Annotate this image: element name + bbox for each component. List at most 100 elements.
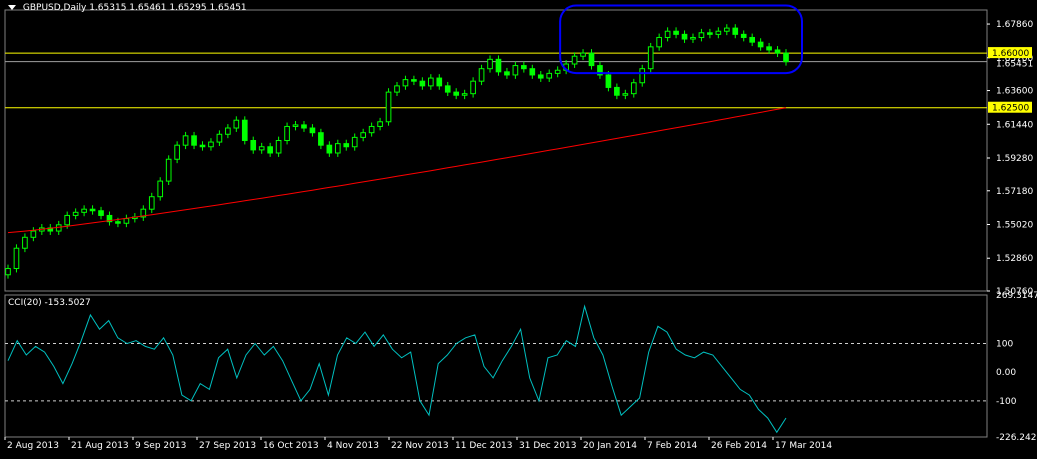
highlight-box [559,4,803,75]
candle-body [267,146,273,154]
price-axis-label: 1.57180 [996,187,1033,197]
cci-line [7,304,787,434]
candle-body [723,27,730,32]
candle-body [81,208,87,213]
candle-body [98,210,104,216]
candle-body [537,74,544,79]
candle-body [225,127,231,135]
candle-body [89,208,96,212]
candle-body [614,86,620,96]
candle-body [123,218,130,224]
candle-body [749,36,755,43]
candle-body [5,268,11,276]
candle-body [487,58,493,70]
candle-body [351,136,358,148]
candle-body [233,119,240,129]
time-axis-label: 21 Aug 2013 [71,441,129,451]
candle-body [622,93,629,96]
chart-window: 1.67860 1.65700 1.63600 1.61440 1.59280 1.571… [0,0,1037,455]
price-axis-label: 1.59280 [996,154,1033,164]
candle-body [428,77,434,87]
cci-axis-label: 0.00 [996,368,1016,378]
candle-body [504,71,510,76]
candle-body [512,65,519,76]
candle-body [757,41,764,48]
candle-body [182,135,189,146]
candle-body [284,125,290,142]
time-axis-label: 27 Sep 2013 [199,441,256,451]
candle-body [673,30,679,35]
time-axis-label: 16 Oct 2013 [263,441,319,451]
chart-canvas: 1.678601.657001.636001.614401.592801.571… [4,4,1037,451]
candle-body [630,82,637,95]
time-axis-label: 17 Mar 2014 [775,441,832,451]
candle-body [588,52,595,67]
candle-body [148,196,155,210]
candle-body [309,127,316,134]
candle-body [732,27,739,35]
candle-body [580,52,586,57]
candle-body [690,36,696,40]
cci-axis-label: 269.3147 [996,291,1037,301]
candle-body [664,30,671,38]
candle-body [377,121,383,127]
moving-average-line [7,107,787,234]
candle-body [22,236,28,249]
chart-header: GBPUSD,Daily 1.65315 1.65461 1.65295 1.6… [8,3,247,13]
cci-axis-label: -226.2421 [996,433,1037,443]
candle-body [419,80,426,87]
time-axis-label: 22 Nov 2013 [391,441,449,451]
candle-body [250,140,257,151]
candle-body [174,144,180,160]
candle-body [707,32,713,35]
price-axis-label: 1.52860 [996,254,1033,264]
candle-body [639,68,646,84]
candle-body [292,124,299,127]
candle-body [13,247,20,270]
time-axis-label: 20 Jan 2014 [583,441,637,451]
candle-body [740,33,747,38]
candle-body [368,125,375,134]
time-axis-label: 9 Sep 2013 [135,441,186,451]
candle-body [30,230,37,238]
candle-body [656,36,662,48]
level-price-label: 1.62500 [992,104,1029,114]
cci-panel-frame [4,294,988,438]
price-axis-label: 1.55020 [996,220,1033,230]
current-price-label: 1.65451 [996,60,1033,70]
candle-body [698,32,705,38]
time-axis-label: 2 Aug 2013 [7,441,59,451]
cci-axis-label: 100 [996,340,1013,350]
cci-label: CCI(20) -153.5027 [8,298,91,308]
candle-body [72,211,79,216]
candle-body [334,143,341,154]
candle-body [55,224,62,232]
candle-body [258,146,265,151]
ohlc-values: 1.65315 1.65461 1.65295 1.65451 [89,3,247,13]
candle-body [444,85,451,93]
candle-body [199,144,206,148]
time-axis-label: 11 Dec 2013 [455,441,513,451]
candle-body [554,69,561,74]
candle-body [495,58,502,73]
time-axis-label: 31 Dec 2013 [519,441,577,451]
dropdown-triangle-icon[interactable] [8,5,16,10]
candle-body [360,132,366,138]
candle-body [774,49,781,54]
candle-body [275,140,282,154]
candle-body [521,65,527,70]
time-axis-label: 7 Feb 2014 [647,441,698,451]
price-axis-label: 1.67860 [996,20,1033,30]
candle-body [318,132,324,146]
cci-header: CCI(20) -153.5027 [8,298,91,308]
candle-body [402,79,409,87]
candle-body [436,77,443,87]
candle-body [470,80,476,95]
time-axis-label: 26 Feb 2014 [711,441,767,451]
price-panel-frame [4,9,988,292]
candle-body [529,68,536,76]
candle-body [453,91,460,96]
candle-body [394,85,400,93]
level-price-label: 1.66000 [992,49,1029,59]
candle-body [647,46,654,70]
